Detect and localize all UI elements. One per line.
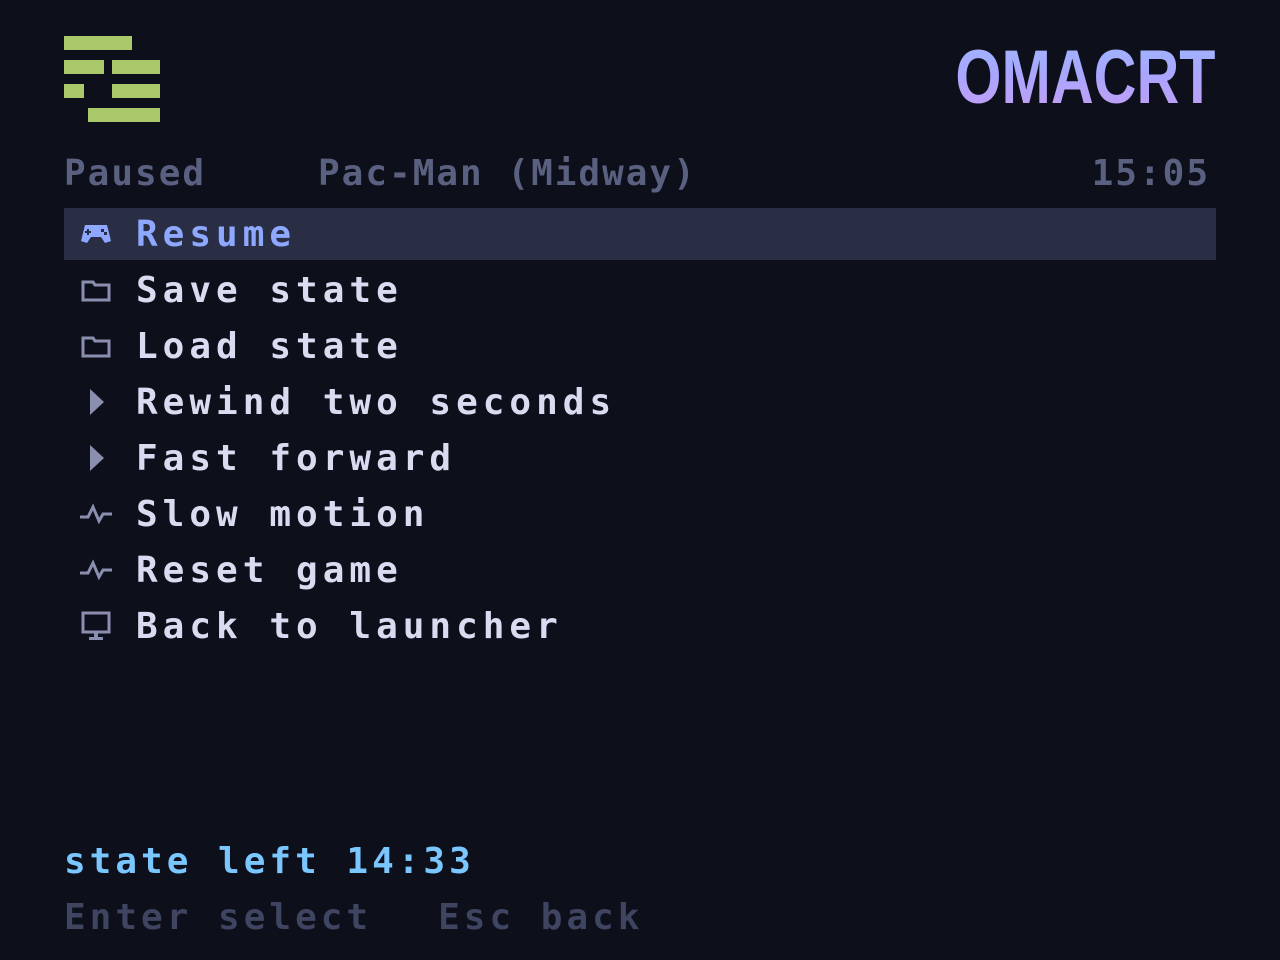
menu-item-label: Reset game bbox=[136, 549, 403, 591]
menu-item-back-to-launcher[interactable]: Back to launcher bbox=[64, 600, 1216, 652]
clock: 15:05 bbox=[1091, 153, 1210, 194]
hint-enter: Enter select bbox=[64, 897, 373, 938]
menu-item-label: Back to launcher bbox=[136, 605, 563, 647]
key-hints: Enter select Esc back bbox=[64, 894, 643, 942]
menu-item-slow-motion[interactable]: Slow motion bbox=[64, 488, 1216, 540]
grid-logo-icon bbox=[64, 36, 160, 124]
menu-item-reset-game[interactable]: Reset game bbox=[64, 544, 1216, 596]
menu-item-label: Rewind two seconds bbox=[136, 381, 617, 423]
play-triangle-icon bbox=[76, 438, 116, 478]
menu-item-label: Slow motion bbox=[136, 493, 430, 535]
menu-item-label: Resume bbox=[136, 213, 297, 255]
menu-item-rewind[interactable]: Rewind two seconds bbox=[64, 376, 1216, 428]
pulse-icon bbox=[76, 494, 116, 534]
menu-item-label: Load state bbox=[136, 325, 403, 367]
play-triangle-icon bbox=[76, 382, 116, 422]
menu-item-resume[interactable]: Resume bbox=[64, 208, 1216, 260]
state-info: state left 14:33 bbox=[64, 841, 475, 882]
brand-title: OMACRT bbox=[955, 35, 1216, 120]
game-title: Pac-Man (Midway) bbox=[318, 153, 697, 194]
menu-item-fast-forward[interactable]: Fast forward bbox=[64, 432, 1216, 484]
pulse-icon bbox=[76, 550, 116, 590]
menu-item-load-state[interactable]: Load state bbox=[64, 320, 1216, 372]
menu-item-label: Fast forward bbox=[136, 437, 457, 479]
menu-item-save-state[interactable]: Save state bbox=[64, 264, 1216, 316]
pause-menu: Resume Save state Load state Rewind two … bbox=[64, 208, 1216, 656]
gamepad-icon bbox=[76, 214, 116, 254]
folder-icon bbox=[76, 326, 116, 366]
pause-status: Paused bbox=[64, 153, 207, 194]
status-bar: Paused Pac-Man (Midway) 15:05 bbox=[64, 150, 1216, 198]
folder-icon bbox=[76, 270, 116, 310]
hint-esc: Esc back bbox=[438, 897, 644, 938]
menu-item-label: Save state bbox=[136, 269, 403, 311]
monitor-icon bbox=[76, 606, 116, 646]
